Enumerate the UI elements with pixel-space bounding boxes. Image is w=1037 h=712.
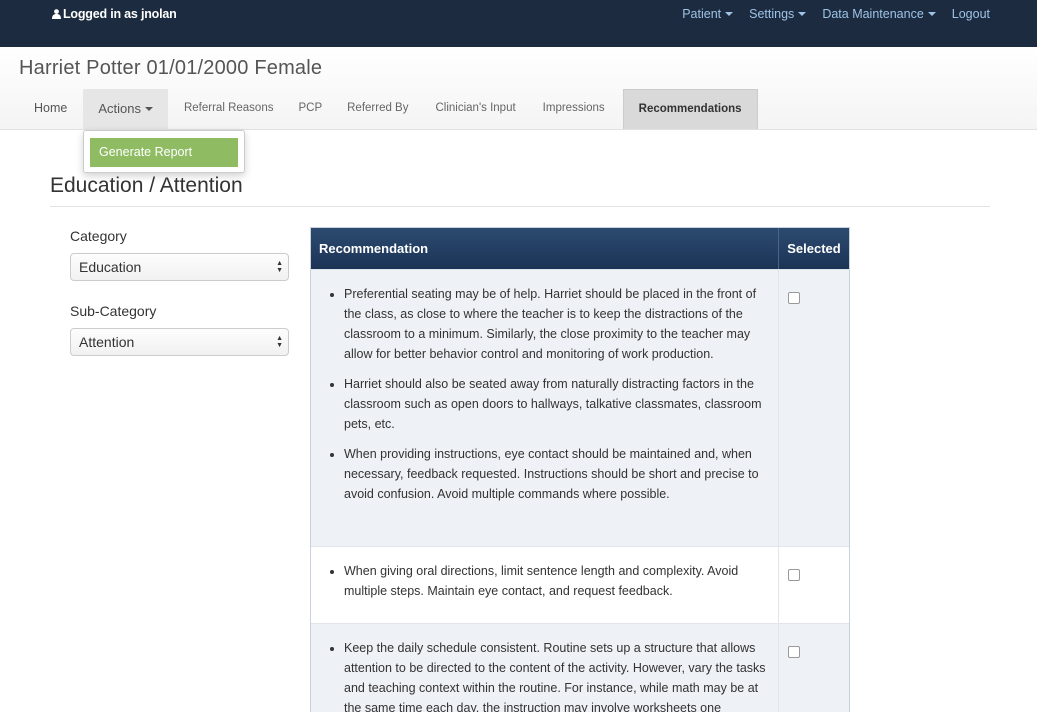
- subcategory-select[interactable]: Attention ▲ ▼: [70, 328, 289, 356]
- category-select[interactable]: Education ▲ ▼: [70, 253, 289, 281]
- subcategory-select-value: Attention: [79, 334, 135, 350]
- column-header-selected: Selected: [787, 241, 841, 256]
- tab-recommendations[interactable]: Recommendations: [622, 89, 758, 129]
- recommendation-cell: When giving oral directions, limit sente…: [311, 547, 779, 623]
- tab-referred-by[interactable]: Referred By: [335, 89, 420, 129]
- subcategory-label: Sub-Category: [70, 303, 157, 319]
- nav-data-maintenance[interactable]: Data Maintenance: [822, 7, 936, 21]
- recommendation-cell: Keep the daily schedule consistent. Rout…: [311, 624, 779, 712]
- recommendation-item: Harriet should also be seated away from …: [344, 374, 766, 434]
- logged-in-user: Logged in as jnolan: [52, 7, 177, 22]
- tab-impressions[interactable]: Impressions: [531, 89, 617, 129]
- recommendation-list: Keep the daily schedule consistent. Rout…: [325, 638, 766, 712]
- table-header: Recommendation Selected: [311, 228, 849, 269]
- table-row: When giving oral directions, limit sente…: [311, 546, 849, 623]
- selected-cell: [779, 270, 849, 546]
- divider: [50, 206, 990, 207]
- tab-clinicians-input[interactable]: Clinician's Input: [420, 89, 530, 129]
- column-header-recommendation: Recommendation: [311, 228, 779, 269]
- select-checkbox[interactable]: [788, 646, 800, 658]
- tab-actions[interactable]: Actions: [83, 89, 168, 129]
- recommendation-list: When giving oral directions, limit sente…: [325, 561, 766, 601]
- caret-down-icon: [144, 107, 153, 111]
- patient-title: Harriet Potter 01/01/2000 Female: [19, 57, 323, 79]
- generate-report-button[interactable]: Generate Report: [90, 138, 238, 167]
- recommendations-table: Recommendation Selected Preferential sea…: [310, 227, 850, 712]
- select-checkbox[interactable]: [788, 569, 800, 581]
- table-row: Keep the daily schedule consistent. Rout…: [311, 623, 849, 712]
- patient-tabs: Home Actions Referral Reasons PCP Referr…: [22, 89, 758, 129]
- recommendation-item: When giving oral directions, limit sente…: [344, 561, 766, 601]
- tab-referral-reasons[interactable]: Referral Reasons: [172, 89, 285, 129]
- logged-in-text: Logged in as jnolan: [63, 7, 177, 21]
- select-arrows-icon: ▲ ▼: [276, 335, 283, 349]
- select-checkbox[interactable]: [788, 292, 800, 304]
- nav-patient[interactable]: Patient: [682, 7, 734, 21]
- recommendation-item: Keep the daily schedule consistent. Rout…: [344, 638, 766, 712]
- tab-pcp[interactable]: PCP: [285, 89, 335, 129]
- user-icon: [52, 8, 61, 22]
- selected-cell: [779, 624, 849, 712]
- nav-settings[interactable]: Settings: [749, 7, 807, 21]
- caret-down-icon: [725, 12, 734, 16]
- table-row: Preferential seating may be of help. Har…: [311, 269, 849, 546]
- caret-down-icon: [927, 12, 936, 16]
- actions-dropdown-menu: Generate Report: [83, 130, 245, 173]
- recommendation-item: When providing instructions, eye contact…: [344, 444, 766, 504]
- selected-cell: [779, 547, 849, 623]
- top-navbar: Logged in as jnolan Patient Settings Dat…: [0, 0, 1037, 47]
- category-select-value: Education: [79, 259, 142, 275]
- nav-logout[interactable]: Logout: [952, 7, 990, 21]
- recommendation-item: Preferential seating may be of help. Har…: [344, 284, 766, 364]
- tab-home[interactable]: Home: [22, 89, 79, 129]
- select-arrows-icon: ▲ ▼: [276, 260, 283, 274]
- caret-down-icon: [798, 12, 807, 16]
- top-nav-menu: Patient Settings Data Maintenance Logout: [666, 7, 990, 21]
- recommendation-list: Preferential seating may be of help. Har…: [325, 284, 766, 504]
- section-title: Education / Attention: [50, 174, 243, 197]
- recommendation-cell: Preferential seating may be of help. Har…: [311, 270, 779, 546]
- category-label: Category: [70, 228, 127, 244]
- patient-header: Harriet Potter 01/01/2000 Female Home Ac…: [0, 47, 1037, 130]
